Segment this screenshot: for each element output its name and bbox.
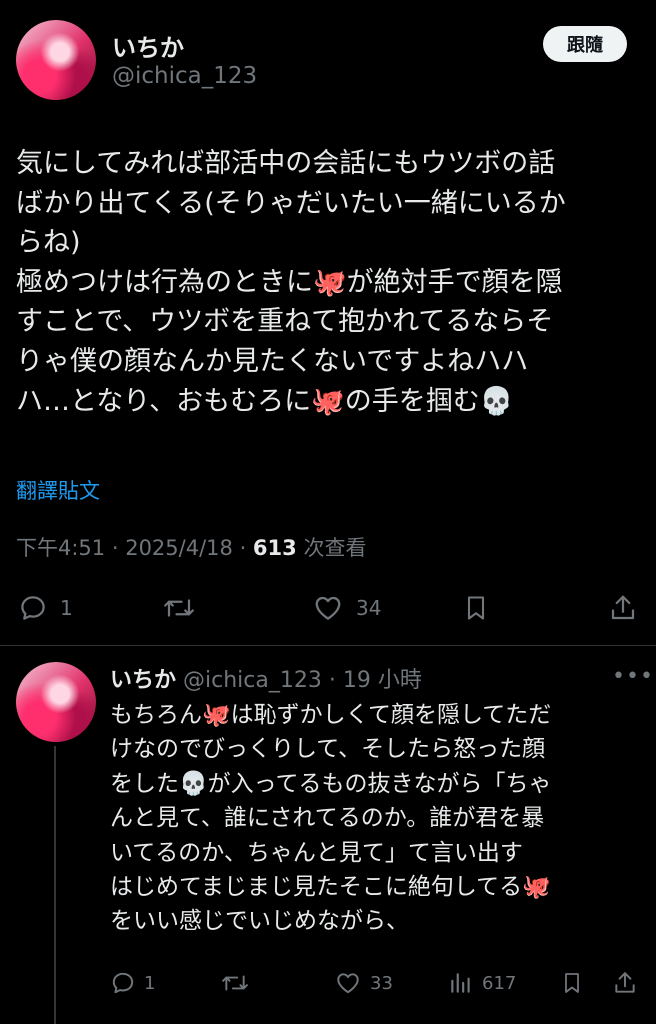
reply-button[interactable]: 1 <box>18 588 73 628</box>
reply-author-name[interactable]: いちか <box>110 668 176 693</box>
like-icon <box>315 596 341 620</box>
reply-share-button[interactable] <box>612 966 638 1000</box>
more-icon[interactable]: ••• <box>612 664 654 689</box>
tweet-metadata: 下午4:51 · 2025/4/18 · 613 次查看 <box>16 536 367 560</box>
follow-button[interactable]: 跟隨 <box>543 26 627 62</box>
views-count: 613 <box>252 536 297 560</box>
divider <box>0 645 656 646</box>
tweet-date[interactable]: 2025/4/18 <box>125 536 233 560</box>
reply-icon <box>21 596 45 620</box>
like-count: 34 <box>356 596 382 620</box>
share-icon <box>615 972 635 993</box>
reply-like-count: 33 <box>370 972 393 994</box>
reply-avatar[interactable] <box>16 662 96 742</box>
reply-bookmark-button[interactable] <box>560 966 584 1000</box>
reply-count: 1 <box>60 596 73 620</box>
retweet-button[interactable] <box>162 588 196 628</box>
retweet-icon <box>164 599 194 617</box>
avatar[interactable] <box>16 20 96 100</box>
reply-text-line: をした💀が入ってるもの抜きながら「ちゃ <box>110 770 552 797</box>
reply-reply-button[interactable]: 1 <box>110 966 155 1000</box>
tweet-text-line: すことで、ウツボを重ねて抱かれてるならそ <box>16 306 554 338</box>
like-icon <box>337 973 359 994</box>
reply-author-handle[interactable]: @ichica_123 <box>183 668 322 693</box>
tweet-text-line: 極めつけは行為のときに🐙が絶対手で顔を隠 <box>16 266 563 298</box>
reply-header: いちか @ichica_123 · 19 小時 <box>110 668 422 693</box>
tweet-time[interactable]: 下午4:51 <box>16 536 105 560</box>
reply-text: もちろん🐙は恥ずかしくて顔を隠してただ けなのでびっくりして、そしたら怒った顔 … <box>110 698 650 939</box>
reply-timestamp[interactable]: 19 小時 <box>343 668 422 693</box>
reply-action-bar: 1 33 617 <box>0 966 656 1000</box>
tweet-action-bar: 1 34 <box>0 588 656 628</box>
tweet-text: 気にしてみれば部活中の会話にもウツボの話 ばかり出てくる(そりゃだいたい一緒にい… <box>16 144 640 421</box>
reply-text-line: をいい感じでいじめながら、 <box>110 908 409 935</box>
reply-reply-count: 1 <box>144 972 156 994</box>
tweet-text-line: りゃ僕の顔なんか見たくないですよねハハ <box>16 345 529 377</box>
reply-views-button[interactable]: 617 <box>448 966 516 1000</box>
reply-text-line: はじめてまじまじ見たそこに絶句してる🐙 <box>110 873 551 900</box>
tweet-text-line: 気にしてみれば部活中の会話にもウツボの話 <box>16 148 556 179</box>
bookmark-icon <box>467 596 485 620</box>
share-button[interactable] <box>608 588 638 628</box>
reply-text-line: もちろん🐙は恥ずかしくて顔を隠してただ <box>110 702 552 728</box>
tweet-text-line: らね) <box>16 227 81 259</box>
retweet-icon <box>222 975 248 991</box>
bookmark-button[interactable] <box>462 588 490 628</box>
share-icon <box>611 595 635 620</box>
views-label: 次查看 <box>303 536 367 560</box>
reply-retweet-button[interactable] <box>220 966 250 1000</box>
reply-text-line: いてるのか、ちゃんと見て」て言い出す <box>110 839 523 866</box>
author-handle[interactable]: @ichica_123 <box>112 63 257 89</box>
translate-post-link[interactable]: 翻譯貼文 <box>16 475 100 505</box>
like-button[interactable]: 34 <box>312 588 381 628</box>
author-name[interactable]: いちか <box>112 28 184 63</box>
views-icon <box>451 973 470 993</box>
tweet-text-line: ハ…となり、おもむろに🐙の手を掴む💀 <box>16 385 514 417</box>
reply-text-line: けなのでびっくりして、そしたら怒った顔 <box>110 736 546 763</box>
tweet-text-line: ばかり出てくる(そりゃだいたい一緒にいるか <box>16 187 566 219</box>
reply-text-line: んと見て、誰にされてるのか。誰が君を暴 <box>110 805 545 832</box>
bookmark-icon <box>565 973 579 993</box>
reply-like-button[interactable]: 33 <box>334 966 393 1000</box>
reply-views-count: 617 <box>482 972 517 994</box>
reply-icon <box>112 972 134 994</box>
